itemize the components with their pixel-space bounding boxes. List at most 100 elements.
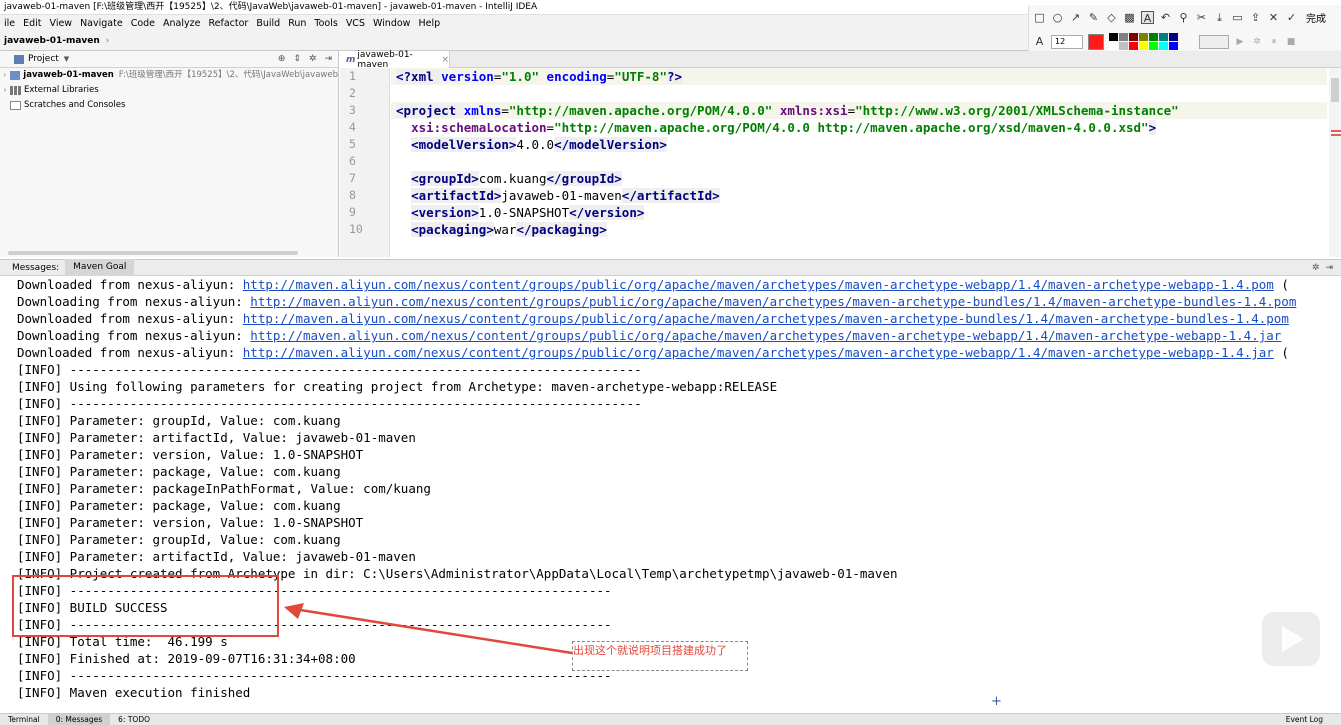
- menu-edit[interactable]: Edit: [19, 15, 45, 32]
- current-color-swatch[interactable]: [1088, 33, 1104, 50]
- text-tool-icon[interactable]: A: [1141, 11, 1154, 25]
- menu-view[interactable]: View: [46, 15, 77, 32]
- close-tab-icon[interactable]: ×: [441, 55, 449, 65]
- menu-vcs[interactable]: VCS: [342, 15, 369, 32]
- menu-file[interactable]: ile: [0, 15, 19, 32]
- menu-window[interactable]: Window: [369, 15, 414, 32]
- messages-header: Messages: Maven Goal ✲ ⇥: [0, 259, 1341, 276]
- expand-arrow-icon[interactable]: ›: [0, 68, 10, 83]
- messages-tab[interactable]: 0: Messages: [47, 713, 111, 725]
- chevron-down-icon[interactable]: ▼: [64, 55, 69, 63]
- color-swatch[interactable]: [1119, 33, 1128, 41]
- color-swatch[interactable]: [1159, 33, 1168, 41]
- hide-icon[interactable]: ⇥: [324, 54, 332, 64]
- console-line: Downloading from nexus-aliyun: http://ma…: [0, 327, 1341, 344]
- gear-icon[interactable]: ✲: [309, 54, 317, 64]
- terminal-tab[interactable]: Terminal: [0, 714, 48, 725]
- console-line: [INFO] Using following parameters for cr…: [0, 378, 1341, 395]
- horizontal-scrollbar[interactable]: [8, 251, 298, 255]
- collapse-icon[interactable]: ⇕: [293, 54, 301, 64]
- ellipse-tool-icon[interactable]: ○: [1051, 11, 1064, 24]
- project-view-label[interactable]: Project: [28, 54, 59, 64]
- menu-help[interactable]: Help: [414, 15, 444, 32]
- font-icon: A: [1035, 35, 1044, 48]
- marker-tool-icon[interactable]: ◇: [1105, 11, 1118, 24]
- color-swatch[interactable]: [1139, 33, 1148, 41]
- close-icon[interactable]: ✕: [1267, 11, 1280, 24]
- download-icon[interactable]: ⤓: [1213, 11, 1226, 24]
- rectangle-tool-icon[interactable]: □: [1033, 11, 1046, 24]
- gear-icon: ✲: [1253, 36, 1261, 47]
- menu-navigate[interactable]: Navigate: [76, 15, 127, 32]
- color-swatch[interactable]: [1169, 42, 1178, 50]
- console-link[interactable]: http://maven.aliyun.com/nexus/content/gr…: [243, 277, 1274, 292]
- code-line-4: xsi:schemaLocation="http://maven.apache.…: [411, 120, 1157, 135]
- target-icon[interactable]: ⊕: [278, 54, 286, 64]
- todo-tab[interactable]: 6: TODO: [110, 714, 158, 725]
- crosshair-icon: +: [991, 694, 1002, 709]
- undo-icon[interactable]: ↶: [1159, 11, 1172, 24]
- menu-refactor[interactable]: Refactor: [204, 15, 252, 32]
- hide-icon[interactable]: ⇥: [1325, 263, 1333, 273]
- error-stripe-mark[interactable]: [1331, 134, 1341, 136]
- tree-item-project[interactable]: › javaweb-01-maven F:\班级管理\西开【19525】\2、代…: [0, 68, 338, 83]
- code-area[interactable]: <?xml version="1.0" encoding="UTF-8"?> <…: [391, 68, 1327, 257]
- tree-item-external-libraries[interactable]: › External Libraries: [0, 83, 338, 98]
- color-swatch[interactable]: [1139, 42, 1148, 50]
- mosaic-tool-icon[interactable]: ▩: [1123, 11, 1136, 24]
- line-number: 3: [349, 103, 356, 117]
- menu-analyze[interactable]: Analyze: [159, 15, 204, 32]
- color-swatch[interactable]: [1129, 33, 1138, 41]
- console-line-text: [INFO] ---------------------------------…: [17, 668, 612, 683]
- pen-tool-icon[interactable]: ✎: [1087, 11, 1100, 24]
- error-stripe-mark[interactable]: [1331, 130, 1341, 132]
- done-button[interactable]: 完成: [1306, 10, 1326, 25]
- tree-item-scratches[interactable]: Scratches and Consoles: [0, 98, 338, 113]
- video-play-button[interactable]: [1262, 612, 1320, 666]
- check-icon[interactable]: ✓: [1285, 11, 1298, 24]
- color-swatch[interactable]: [1159, 42, 1168, 50]
- scroll-thumb[interactable]: [1331, 78, 1339, 102]
- console-link[interactable]: http://maven.aliyun.com/nexus/content/gr…: [250, 328, 1281, 343]
- cut-icon[interactable]: ✂: [1195, 11, 1208, 24]
- font-size-select[interactable]: 12: [1051, 34, 1083, 49]
- menu-run[interactable]: Run: [284, 15, 310, 32]
- share-icon[interactable]: ⇪: [1249, 11, 1262, 24]
- event-log-tab[interactable]: Event Log: [1278, 714, 1331, 725]
- console-line-suffix: (: [1273, 277, 1289, 292]
- console-line-text: Downloading from nexus-aliyun:: [17, 294, 251, 309]
- color-swatch[interactable]: [1169, 33, 1178, 41]
- stop-icon: ■: [1286, 36, 1296, 47]
- console-line-text: [INFO] Parameter: groupId, Value: com.ku…: [17, 413, 341, 428]
- color-swatch[interactable]: [1109, 42, 1118, 50]
- line-number: 10: [349, 222, 363, 236]
- console-link[interactable]: http://maven.aliyun.com/nexus/content/gr…: [250, 294, 1296, 309]
- maven-file-icon: m: [346, 54, 356, 65]
- pin-icon[interactable]: ⚲: [1177, 11, 1190, 24]
- console-line-text: Downloading from nexus-aliyun:: [17, 328, 251, 343]
- stroke-select[interactable]: [1199, 34, 1229, 49]
- color-swatch[interactable]: [1109, 33, 1118, 41]
- color-palette[interactable]: [1109, 33, 1178, 50]
- color-swatch[interactable]: [1149, 42, 1158, 50]
- color-swatch[interactable]: [1149, 33, 1158, 41]
- color-swatch[interactable]: [1129, 42, 1138, 50]
- editor-tab-pom[interactable]: m javaweb-01-maven ×: [340, 50, 450, 70]
- console-line-text: [INFO] ---------------------------------…: [17, 362, 642, 377]
- menu-code[interactable]: Code: [127, 15, 159, 32]
- breadcrumb-project[interactable]: javaweb-01-maven: [4, 36, 100, 46]
- editor-scrollbar[interactable]: [1329, 68, 1341, 257]
- code-line-8: <artifactId>javaweb-01-maven</artifactId…: [411, 188, 720, 203]
- menu-tools[interactable]: Tools: [310, 15, 341, 32]
- menu-build[interactable]: Build: [252, 15, 284, 32]
- console-line-text: Downloaded from nexus-aliyun:: [17, 277, 243, 292]
- highlight-box: [12, 575, 279, 637]
- console-link[interactable]: http://maven.aliyun.com/nexus/content/gr…: [243, 345, 1274, 360]
- arrow-tool-icon[interactable]: ↗: [1069, 11, 1082, 24]
- color-swatch[interactable]: [1119, 42, 1128, 50]
- expand-arrow-icon[interactable]: ›: [0, 83, 10, 98]
- console-link[interactable]: http://maven.aliyun.com/nexus/content/gr…: [243, 311, 1289, 326]
- tab-maven-goal[interactable]: Maven Goal: [65, 259, 135, 276]
- gear-icon[interactable]: ✲: [1312, 263, 1320, 273]
- save-icon[interactable]: ▭: [1231, 11, 1244, 24]
